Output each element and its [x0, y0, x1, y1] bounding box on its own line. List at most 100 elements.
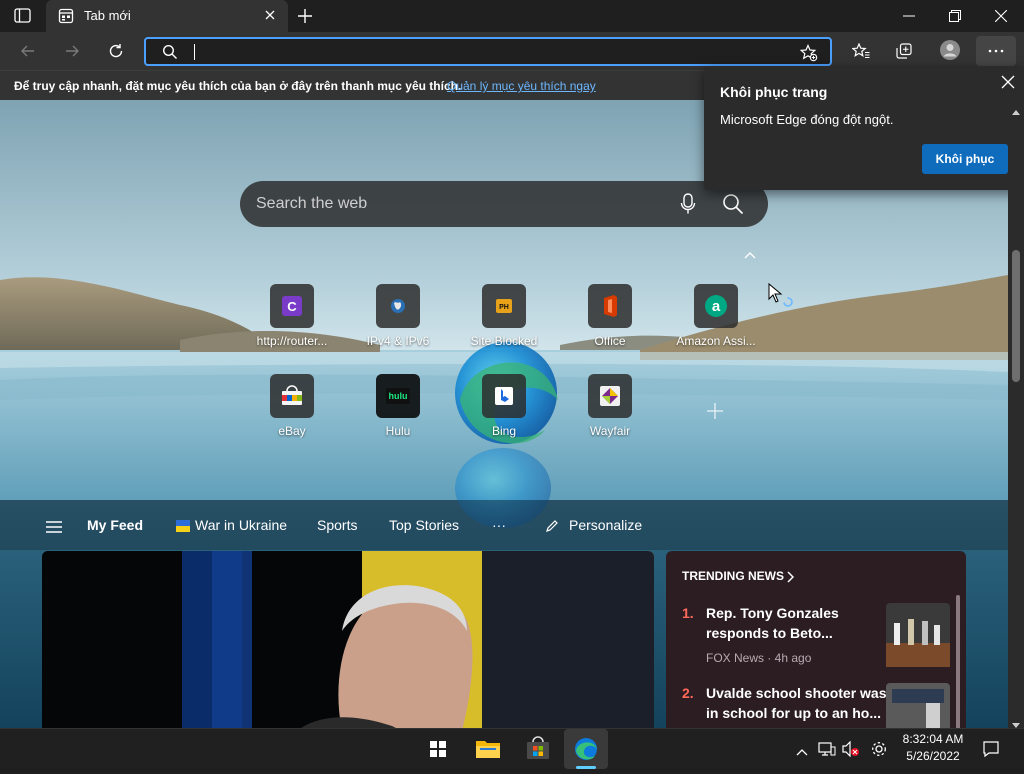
trending-rank: 2.	[682, 685, 694, 701]
profile-avatar[interactable]	[934, 36, 966, 66]
address-input[interactable]	[196, 41, 786, 63]
edge-taskbar-icon[interactable]	[564, 729, 608, 769]
amazon-a-icon: a	[694, 284, 738, 328]
tab-my-feed[interactable]: My Feed	[87, 517, 143, 533]
windows-start-icon[interactable]	[416, 729, 460, 769]
quicklink-router[interactable]: C http://router...	[239, 284, 345, 364]
add-quicklink-icon[interactable]	[706, 402, 724, 425]
close-tab-icon[interactable]	[262, 7, 278, 23]
new-tab-page-icon	[58, 8, 74, 24]
windows-taskbar: 8:32:04 AM 5/26/2022	[0, 728, 1024, 769]
trending-title-line: responds to Beto...	[706, 625, 833, 641]
personalize-button[interactable]: Personalize	[569, 517, 642, 533]
svg-text:C: C	[287, 299, 297, 314]
svg-text:hulu: hulu	[389, 391, 408, 401]
trending-rank: 1.	[682, 605, 694, 621]
top-story-photo	[42, 551, 654, 728]
minimize-button[interactable]	[886, 0, 932, 32]
settings-more-button[interactable]	[976, 36, 1016, 66]
trending-header[interactable]: TRENDING NEWS	[682, 569, 784, 583]
tab-sports[interactable]: Sports	[317, 517, 357, 533]
favorites-hint-text: Để truy cập nhanh, đặt mục yêu thích của…	[14, 79, 462, 93]
restore-button[interactable]: Khôi phục	[922, 144, 1008, 174]
tab-new-tab[interactable]: Tab mới	[46, 0, 288, 32]
trending-title-line: in school for up to an ho...	[706, 705, 881, 721]
quicklink-label: IPv4 & IPv6	[366, 334, 430, 348]
restore-window-button[interactable]	[932, 0, 978, 32]
trending-title-line: Uvalde school shooter was	[706, 685, 887, 701]
quicklink-hulu[interactable]: hulu Hulu	[345, 374, 451, 454]
close-icon[interactable]	[1000, 74, 1016, 90]
quicklink-ebay[interactable]: eBay	[239, 374, 345, 454]
quicklink-amazon-assistant[interactable]: a Amazon Assi...	[663, 284, 769, 364]
quicklink-label: eBay	[278, 424, 306, 438]
wayfair-icon	[588, 374, 632, 418]
trending-item[interactable]: 2. Uvalde school shooter was in school f…	[666, 683, 956, 728]
restore-message: Microsoft Edge đóng đột ngột.	[720, 112, 894, 127]
scroll-up-arrow-icon[interactable]	[1012, 102, 1020, 120]
feed-navigation: My Feed War in Ukraine Sports Top Storie…	[0, 500, 1008, 550]
top-story-card[interactable]	[42, 551, 654, 728]
quicklink-site-blocked[interactable]: PH Site Blocked	[451, 284, 557, 364]
quicklink-label: Bing	[491, 424, 517, 438]
quicklink-wayfair[interactable]: Wayfair	[557, 374, 663, 454]
quicklink-bing[interactable]: Bing	[451, 374, 557, 454]
search-icon	[162, 44, 178, 65]
clock-date: 5/26/2022	[906, 749, 960, 763]
page-scrollbar[interactable]	[1008, 100, 1024, 728]
office-icon	[588, 284, 632, 328]
tab-actions-icon[interactable]	[14, 8, 32, 24]
microsoft-store-icon[interactable]	[516, 729, 560, 769]
settings-gear-icon[interactable]	[870, 740, 888, 763]
svg-text:a: a	[712, 298, 721, 315]
tab-war-in-ukraine[interactable]: War in Ukraine	[195, 517, 287, 533]
file-explorer-icon[interactable]	[466, 729, 510, 769]
ebay-bag-icon	[270, 374, 314, 418]
chevron-up-icon[interactable]	[743, 247, 757, 265]
collections-button[interactable]	[888, 36, 920, 66]
quicklink-label: Site Blocked	[470, 334, 538, 348]
network-icon[interactable]	[818, 741, 836, 762]
mouse-cursor-icon	[767, 282, 793, 313]
chevron-right-icon[interactable]	[786, 570, 795, 588]
manage-favorites-link[interactable]: Quản lý mục yêu thích ngay	[447, 79, 596, 93]
favorites-button[interactable]	[844, 36, 876, 66]
address-bar[interactable]	[144, 37, 832, 66]
clock-time: 8:32:04 AM	[902, 732, 964, 746]
show-hidden-icons-chevron-icon[interactable]	[796, 743, 808, 761]
trending-scrollbar[interactable]	[956, 595, 960, 728]
web-search-box[interactable]: Search the web	[240, 181, 768, 227]
more-topics-button[interactable]: ···	[492, 517, 506, 533]
new-tab-page: Search the web C http://router... IPv4 &…	[0, 100, 1008, 728]
quicklink-ipv4-ipv6[interactable]: IPv4 & IPv6	[345, 284, 451, 364]
quicklink-office[interactable]: Office	[557, 284, 663, 364]
taskbar-clock[interactable]: 8:32:04 AM 5/26/2022	[896, 731, 970, 765]
hulu-icon: hulu	[376, 374, 420, 418]
pencil-icon	[545, 519, 559, 538]
tab-top-stories[interactable]: Top Stories	[389, 517, 459, 533]
quicklink-label: http://router...	[256, 334, 328, 348]
back-button[interactable]	[12, 36, 44, 66]
notification-center-icon[interactable]	[982, 740, 1000, 763]
forward-button[interactable]	[56, 36, 88, 66]
search-submit-icon[interactable]	[722, 193, 744, 220]
ukraine-flag-icon	[176, 519, 190, 532]
new-tab-button[interactable]	[292, 4, 318, 28]
microphone-icon[interactable]	[680, 193, 696, 220]
trending-item[interactable]: 1. Rep. Tony Gonzales responds to Beto..…	[666, 603, 956, 669]
scrollbar-thumb[interactable]	[1012, 250, 1020, 382]
hamburger-menu-icon[interactable]	[46, 520, 62, 538]
volume-muted-icon[interactable]	[842, 740, 860, 762]
trending-title-line: Rep. Tony Gonzales	[706, 605, 839, 621]
ph-icon: PH	[482, 284, 526, 328]
tab-title: Tab mới	[84, 8, 131, 23]
add-favorite-star-icon[interactable]	[799, 44, 818, 67]
search-placeholder: Search the web	[256, 195, 368, 212]
refresh-button[interactable]	[100, 36, 132, 66]
trending-source: FOX News · 4h ago	[706, 651, 812, 665]
quicklink-label: Office	[594, 334, 626, 348]
close-window-button[interactable]	[978, 0, 1024, 32]
quicklink-label: Wayfair	[589, 424, 631, 438]
text-caret	[194, 44, 195, 60]
restore-title: Khôi phục trang	[720, 84, 828, 100]
